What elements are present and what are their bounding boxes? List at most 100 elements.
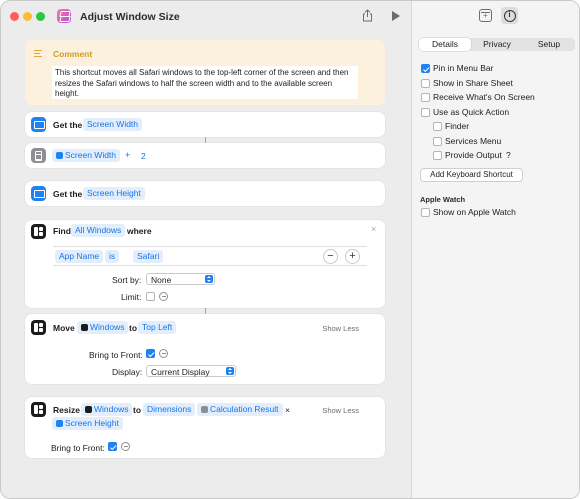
action-verb: Resize	[53, 405, 80, 415]
finder-checkbox[interactable]	[433, 122, 442, 131]
option-label: Show in Share Sheet	[433, 78, 513, 88]
comment-title: Comment	[53, 49, 93, 59]
add-filter-button[interactable]: +	[345, 249, 360, 264]
bring-to-front-checkbox[interactable]	[146, 349, 155, 358]
to-label: to	[129, 323, 138, 333]
limit-checkbox[interactable]	[146, 292, 155, 301]
sort-by-label: Sort by:	[112, 275, 142, 285]
times-operator: ×	[285, 405, 290, 415]
option-label: Use as Quick Action	[433, 107, 510, 117]
title-bar: Adjust Window Size	[1, 1, 411, 33]
action-verb: Get the	[53, 189, 83, 199]
shortcut-editor: Adjust Window Size Comment This shortcut…	[1, 1, 411, 498]
whats-on-screen-checkbox[interactable]	[421, 93, 430, 102]
screen-height-variable[interactable]: Screen Height	[52, 417, 123, 430]
minimize-window-button[interactable]	[23, 12, 32, 21]
pin-menu-bar-checkbox[interactable]	[421, 64, 430, 73]
run-icon[interactable]	[392, 11, 400, 21]
to-label: to	[133, 405, 142, 415]
comment-icon	[34, 50, 42, 57]
windows-icon	[31, 402, 46, 417]
bring-to-front-label: Bring to Front:	[51, 443, 105, 453]
comment-action[interactable]: Comment This shortcut moves all Safari w…	[25, 40, 385, 105]
sort-by-popup[interactable]: None	[146, 273, 215, 285]
filter-value-token[interactable]: Safari	[133, 250, 164, 263]
zoom-window-button[interactable]	[36, 12, 45, 21]
screen-height-parameter[interactable]: Screen Height	[83, 187, 145, 200]
remove-filter-button[interactable]: −	[323, 249, 338, 264]
limit-label: Limit:	[121, 292, 142, 302]
option-label: Provide Output	[445, 150, 502, 160]
services-menu-checkbox[interactable]	[433, 137, 442, 146]
library-add-icon[interactable]	[479, 9, 492, 22]
windows-icon	[85, 406, 92, 413]
calculate-action[interactable]: Screen Width + 2	[25, 143, 385, 168]
screen-width-variable[interactable]: Screen Width	[52, 149, 121, 162]
clear-icon[interactable]	[121, 442, 130, 451]
calculator-icon	[201, 406, 208, 413]
all-windows-parameter[interactable]: All Windows	[71, 224, 126, 237]
screen-width-parameter[interactable]: Screen Width	[83, 118, 143, 131]
apple-watch-heading: Apple Watch	[420, 195, 466, 204]
add-keyboard-shortcut-button[interactable]: Add Keyboard Shortcut	[420, 168, 523, 182]
close-window-button[interactable]	[10, 12, 19, 21]
move-window-action[interactable]: Move Windows to Top Left Show Less Bring…	[25, 314, 385, 384]
provide-output-checkbox[interactable]	[433, 151, 442, 160]
resize-mode-parameter[interactable]: Dimensions	[143, 403, 196, 416]
option-label: Receive What's On Screen	[433, 92, 535, 102]
display-icon	[31, 186, 46, 201]
window-title[interactable]: Adjust Window Size	[80, 11, 180, 23]
remove-action-icon[interactable]: ×	[371, 224, 376, 234]
windows-variable[interactable]: Windows	[77, 321, 129, 334]
action-verb: Get the	[53, 120, 83, 130]
chevron-up-down-icon	[205, 275, 213, 283]
comment-text-field[interactable]: This shortcut moves all Safari windows t…	[52, 66, 358, 99]
action-verb: Move	[53, 323, 75, 333]
clear-icon[interactable]	[159, 349, 168, 358]
filter-field-token[interactable]: App Name	[55, 250, 104, 263]
filter-condition-row: App Name is Safari − +	[53, 246, 367, 266]
get-screen-height-action[interactable]: Get the Screen Height	[25, 181, 385, 206]
variable-label: Windows	[90, 322, 125, 332]
option-label: Show on Apple Watch	[433, 207, 516, 217]
calculation-result-variable[interactable]: Calculation Result	[197, 403, 283, 416]
help-icon[interactable]: ?	[506, 150, 511, 160]
clear-icon[interactable]	[159, 292, 168, 301]
tab-setup[interactable]: Setup	[523, 38, 575, 51]
windows-icon	[31, 224, 46, 239]
operand-value[interactable]: 2	[141, 151, 146, 161]
get-screen-width-action[interactable]: Get the Screen Width	[25, 112, 385, 137]
filter-operator-token[interactable]: is	[105, 250, 120, 263]
display-icon	[56, 152, 63, 159]
option-label: Pin in Menu Bar	[433, 63, 494, 73]
quick-action-checkbox[interactable]	[421, 108, 430, 117]
sort-by-value: None	[151, 275, 172, 285]
shortcuts-window: Adjust Window Size Comment This shortcut…	[0, 0, 580, 499]
display-label: Display:	[112, 367, 143, 377]
share-sheet-checkbox[interactable]	[421, 79, 430, 88]
share-icon[interactable]	[362, 9, 373, 22]
shortcut-icon[interactable]	[57, 9, 71, 23]
position-parameter[interactable]: Top Left	[138, 321, 177, 334]
windows-variable[interactable]: Windows	[81, 403, 133, 416]
operator-token[interactable]: +	[125, 150, 130, 160]
info-icon[interactable]	[501, 7, 518, 24]
tab-privacy[interactable]: Privacy	[471, 38, 523, 51]
display-icon	[31, 117, 46, 132]
variable-label: Screen Height	[65, 418, 119, 428]
variable-label: Calculation Result	[210, 404, 279, 414]
variable-label: Windows	[94, 404, 129, 414]
details-inspector: Details Privacy Setup Pin in Menu Bar Sh…	[411, 1, 579, 498]
chevron-up-down-icon	[226, 367, 234, 375]
show-less-button[interactable]: Show Less	[322, 406, 359, 415]
bring-to-front-label: Bring to Front:	[89, 350, 143, 360]
inspector-tabs: Details Privacy Setup	[419, 38, 575, 51]
resize-window-action[interactable]: Resize Windows to Dimensions Calculation…	[25, 397, 385, 458]
apple-watch-checkbox[interactable]	[421, 208, 430, 217]
bring-to-front-checkbox[interactable]	[108, 442, 117, 451]
show-less-button[interactable]: Show Less	[322, 324, 359, 333]
display-popup[interactable]: Current Display	[146, 365, 236, 377]
tab-details[interactable]: Details	[419, 38, 471, 51]
calculator-icon	[31, 148, 46, 163]
windows-icon	[81, 324, 88, 331]
